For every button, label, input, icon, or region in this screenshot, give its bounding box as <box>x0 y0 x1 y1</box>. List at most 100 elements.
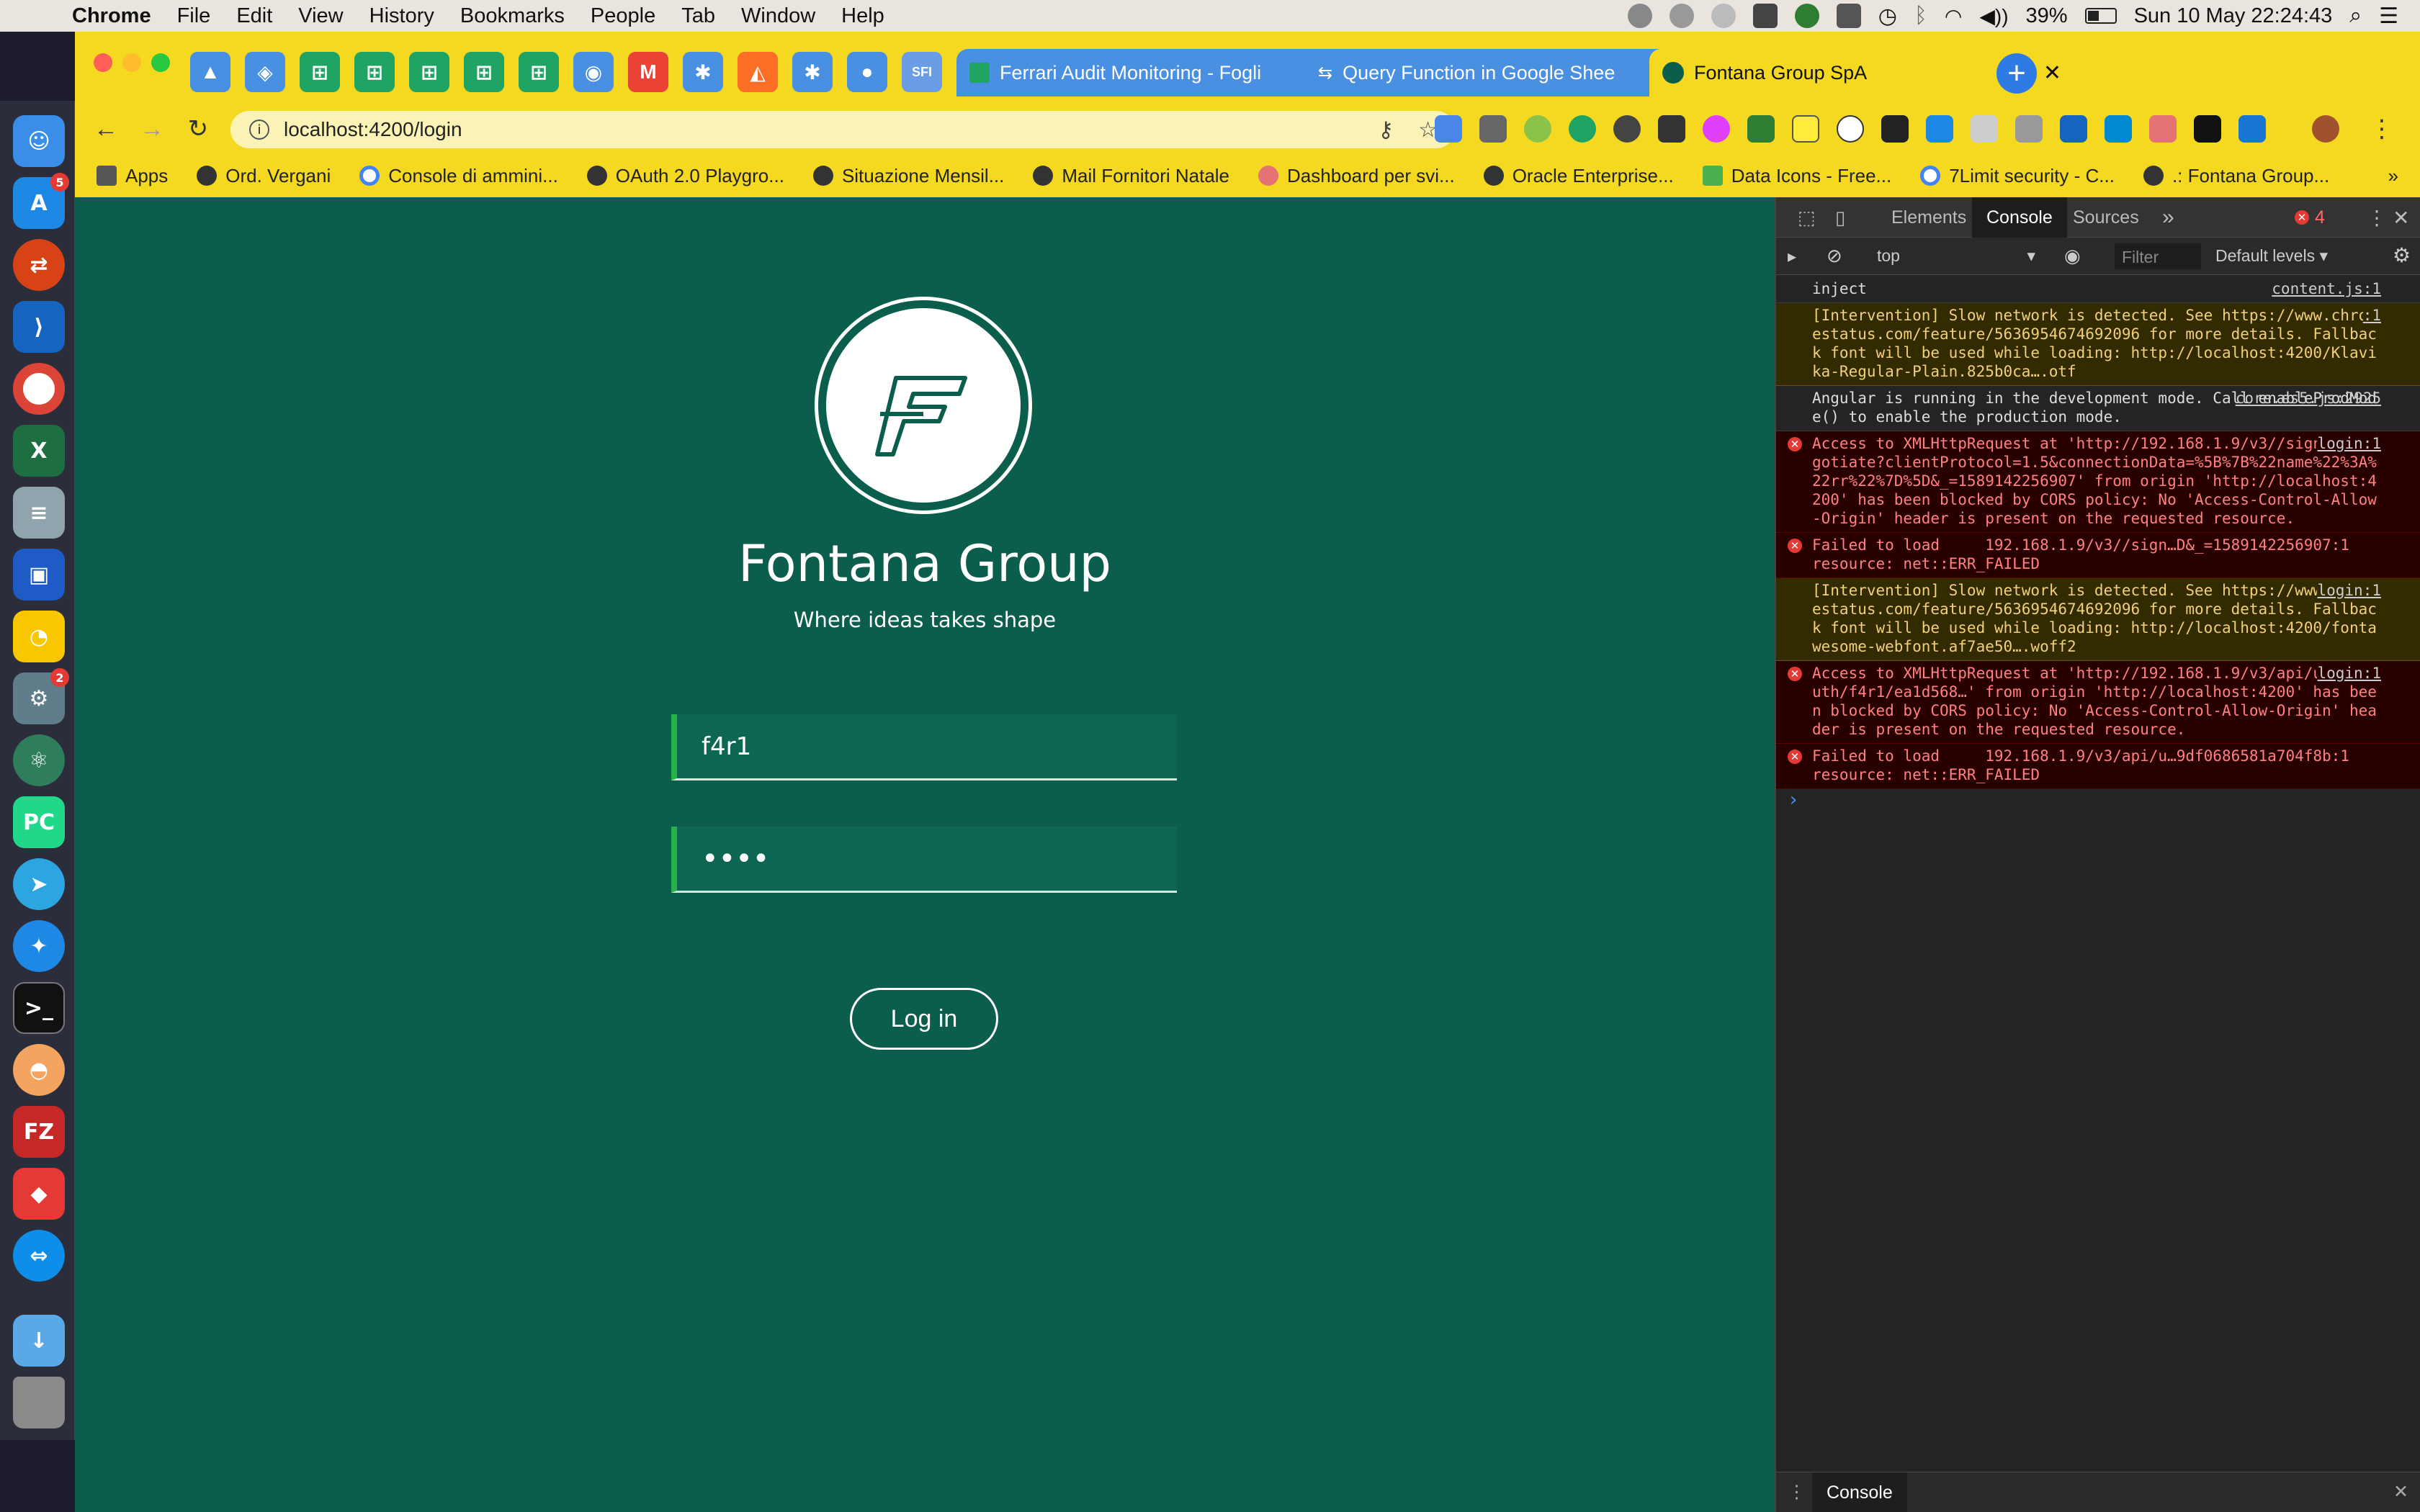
battery-icon[interactable] <box>2084 8 2117 24</box>
network-utility-icon[interactable]: ✦ <box>13 920 65 972</box>
tab-app[interactable]: ✱ <box>792 52 833 92</box>
menu-tab[interactable]: Tab <box>681 4 715 28</box>
extension-icon[interactable] <box>1613 115 1641 143</box>
tab-sources[interactable]: Sources <box>2058 197 2154 238</box>
chrome-icon[interactable] <box>13 363 65 415</box>
tab-elements[interactable]: Elements <box>1877 197 1981 238</box>
sidebar-toggle-icon[interactable]: ▸ <box>1788 246 1796 267</box>
tab-app[interactable]: ✱ <box>683 52 723 92</box>
reload-button[interactable]: ↻ <box>182 112 215 145</box>
window-minimize-button[interactable] <box>122 53 141 72</box>
tab-sfi[interactable]: SFI <box>902 52 942 92</box>
message-source-link[interactable]: :1 <box>2362 306 2381 325</box>
extension-icon[interactable] <box>2060 115 2087 143</box>
message-source-link[interactable]: core.es5.js:2925 <box>2236 389 2381 408</box>
bookmark-item[interactable]: 7Limit security - C... <box>1920 165 2115 187</box>
bookmark-item[interactable]: OAuth 2.0 Playgro... <box>586 165 784 187</box>
docker-icon[interactable] <box>1836 4 1861 28</box>
address-bar[interactable]: i localhost:4200/login ⚷ ☆ <box>230 111 1455 148</box>
spotlight-search-icon[interactable]: ⌕ <box>2349 4 2362 28</box>
clock[interactable]: Sun 10 May 22:24:43 <box>2134 4 2333 28</box>
window-zoom-button[interactable] <box>151 53 170 72</box>
tab-gitlab[interactable]: ◭ <box>738 52 778 92</box>
terminal-icon[interactable]: >_ <box>13 982 65 1034</box>
status-icon[interactable] <box>1794 4 1819 28</box>
battery-percent[interactable]: 39% <box>2026 4 2068 28</box>
menu-app-name[interactable]: Chrome <box>72 4 151 28</box>
menu-people[interactable]: People <box>591 4 655 28</box>
vm-icon[interactable]: ▣ <box>13 549 65 600</box>
status-icon[interactable] <box>1627 4 1652 28</box>
back-button[interactable]: ← <box>89 112 122 145</box>
extension-icon[interactable] <box>2149 115 2177 143</box>
system-preferences-icon[interactable]: ⚙ 2 <box>13 668 69 724</box>
wifi-icon[interactable]: ◠ <box>1945 4 1962 28</box>
menu-view[interactable]: View <box>298 4 343 28</box>
extension-icon[interactable] <box>1703 115 1730 143</box>
bookmark-item[interactable]: .: Fontana Group... <box>2143 165 2329 187</box>
excel-icon[interactable]: X <box>13 425 65 477</box>
finder-icon[interactable]: ☺ <box>13 115 65 167</box>
teamviewer-icon[interactable]: ⇔ <box>13 1230 65 1282</box>
database-icon[interactable]: ≡ <box>13 487 65 539</box>
window-close-button[interactable] <box>94 53 112 72</box>
drawer-close-icon[interactable]: ✕ <box>2393 1481 2408 1503</box>
tab-google-drive[interactable]: ▲ <box>190 52 230 92</box>
message-source-link[interactable]: login:1 <box>2317 664 2381 683</box>
remote-desktop-icon[interactable]: ⇄ <box>13 239 65 291</box>
extension-icon[interactable] <box>2015 115 2043 143</box>
time-machine-icon[interactable]: ◷ <box>1878 4 1897 29</box>
url-text[interactable]: localhost:4200/login <box>284 118 462 141</box>
tab-google-sheets[interactable]: ⊞ <box>300 52 340 92</box>
log-levels-dropdown[interactable]: Default levels ▾ <box>2215 246 2328 266</box>
message-source-link[interactable]: content.js:1 <box>2272 279 2381 298</box>
tab-location[interactable]: ◉ <box>573 52 614 92</box>
profile-avatar[interactable] <box>2312 115 2339 143</box>
tab-google-sheets[interactable]: ⊞ <box>409 52 449 92</box>
tab-google-sheets[interactable]: ⊞ <box>354 52 395 92</box>
new-tab-button[interactable]: + <box>1996 53 2037 94</box>
app-store-icon[interactable]: A5 <box>13 173 69 229</box>
tab-google-sheets[interactable]: ⊞ <box>464 52 504 92</box>
filezilla-icon[interactable]: FZ <box>13 1106 65 1158</box>
function-extension-icon[interactable] <box>1837 115 1864 143</box>
bluetooth-icon[interactable]: ᛒ <box>1914 4 1927 28</box>
translate-extension-icon[interactable] <box>1435 115 1462 143</box>
message-source-link[interactable]: login:1 <box>2317 434 2381 453</box>
trash-icon[interactable] <box>13 1377 65 1428</box>
incognito-extension-icon[interactable] <box>1658 115 1685 143</box>
menu-bookmarks[interactable]: Bookmarks <box>460 4 565 28</box>
tab-gmail[interactable]: M <box>628 52 668 92</box>
downloads-folder-icon[interactable]: ↓ <box>13 1315 65 1367</box>
tab-console[interactable]: Console <box>1972 197 2067 238</box>
bookmark-item[interactable]: Console di ammini... <box>359 165 558 187</box>
more-tabs-button[interactable]: » <box>2148 197 2189 238</box>
error-counter[interactable]: ✕ 4 <box>2280 197 2339 238</box>
extension-icon[interactable] <box>1881 115 1909 143</box>
extension-icon[interactable] <box>2194 115 2221 143</box>
extension-icon[interactable] <box>1926 115 1953 143</box>
volume-icon[interactable]: ◀)) <box>1979 4 2008 28</box>
telegram-icon[interactable]: ➤ <box>13 858 65 910</box>
status-icon[interactable] <box>1669 4 1694 28</box>
bookmark-item[interactable]: Oracle Enterprise... <box>1483 165 1674 187</box>
bookmark-item[interactable]: Dashboard per svi... <box>1258 165 1455 187</box>
anydesk-icon[interactable]: ◆ <box>13 1168 65 1220</box>
console-prompt-row[interactable]: › <box>1776 789 2420 818</box>
console-prompt[interactable]: › <box>1788 789 1799 811</box>
bookmark-item[interactable]: Ord. Vergani <box>197 165 331 187</box>
devtools-close-icon[interactable]: ✕ <box>2378 197 2420 238</box>
pycharm-icon[interactable]: PC <box>13 796 65 848</box>
login-button[interactable]: Log in <box>850 988 998 1050</box>
bookmark-item[interactable]: Situazione Mensil... <box>812 165 1004 187</box>
photos-app-icon[interactable]: ◓ <box>13 1044 65 1096</box>
message-source-link[interactable]: login:1 <box>2317 581 2381 600</box>
status-icon[interactable] <box>1711 4 1736 28</box>
menu-window[interactable]: Window <box>741 4 815 28</box>
menu-edit[interactable]: Edit <box>236 4 272 28</box>
bookmark-item[interactable]: Mail Fornitori Natale <box>1033 165 1229 187</box>
bookmarks-overflow-button[interactable]: » <box>2388 165 2398 187</box>
console-settings-gear-icon[interactable]: ⚙ <box>2393 243 2411 267</box>
tab-google-sheets[interactable]: ⊞ <box>519 52 559 92</box>
atom-icon[interactable]: ⚛ <box>13 734 65 786</box>
